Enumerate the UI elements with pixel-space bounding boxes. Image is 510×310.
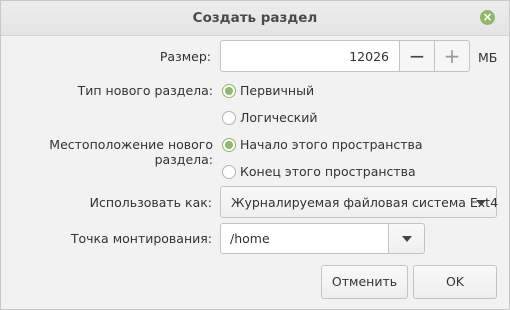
radio-primary-indicator[interactable] [222, 84, 236, 98]
cancel-button[interactable]: Отменить [321, 265, 408, 299]
mount-point-input[interactable]: /home [220, 223, 389, 254]
size-input[interactable]: 12026 [220, 40, 400, 72]
decrease-size-button[interactable]: − [399, 40, 435, 72]
radio-logical-label: Логический [240, 110, 318, 125]
increase-size-button[interactable]: + [434, 40, 470, 72]
create-partition-dialog: Создать раздел × Размер: 12026 − + МБ Ти… [0, 0, 510, 310]
radio-end-label: Конец этого пространства [240, 164, 416, 179]
partition-type-label: Тип нового раздела: [77, 83, 213, 98]
titlebar: Создать раздел × [1, 1, 509, 36]
filesystem-select-value: Журналируемая файловая система Ext4 [231, 195, 499, 210]
chevron-down-icon [402, 236, 412, 242]
location-label: Местоположение нового раздела: [49, 137, 213, 167]
radio-start-indicator[interactable] [222, 138, 236, 152]
mount-point-label: Точка монтирования: [70, 231, 212, 246]
use-as-label: Использовать как: [89, 195, 212, 210]
radio-start-label: Начало этого пространства [240, 137, 423, 152]
radio-end-indicator[interactable] [222, 165, 236, 179]
ok-button[interactable]: OK [413, 265, 497, 299]
dialog-title: Создать раздел [192, 10, 318, 26]
radio-logical-indicator[interactable] [222, 111, 236, 125]
mount-point-dropdown-button[interactable] [388, 223, 425, 254]
chevron-down-icon [476, 200, 486, 206]
size-unit: МБ [478, 50, 498, 65]
filesystem-select[interactable]: Журналируемая файловая система Ext4 [220, 186, 499, 218]
radio-primary-label: Первичный [240, 83, 315, 98]
close-icon[interactable]: × [480, 10, 495, 25]
size-label: Размер: [159, 49, 211, 64]
